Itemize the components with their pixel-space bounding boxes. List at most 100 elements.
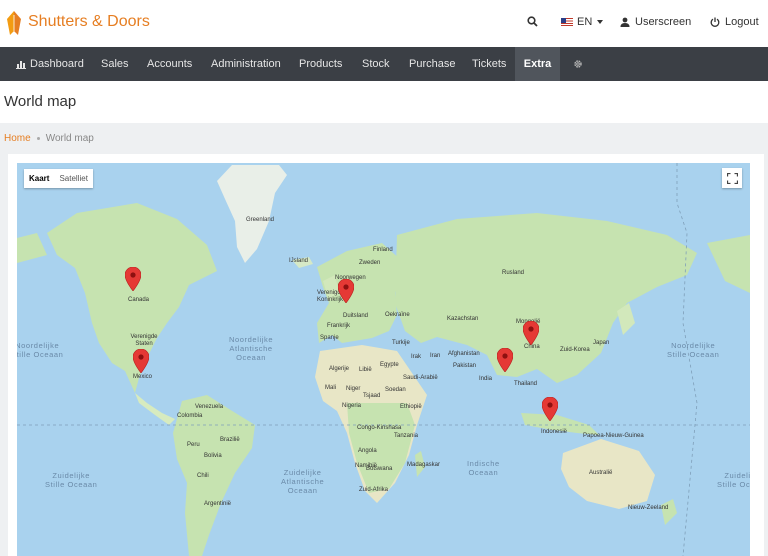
fullscreen-icon xyxy=(726,172,738,184)
land-south-america xyxy=(173,395,255,556)
label-papua: Papoea-Nieuw-Guinea xyxy=(583,433,644,439)
map-type-control: Kaart Satelliet xyxy=(24,169,93,188)
map-marker-myanmar[interactable] xyxy=(497,348,513,372)
nav-extra[interactable]: Extra xyxy=(515,47,560,81)
nav-settings[interactable] xyxy=(573,47,583,81)
map-type-map-button[interactable]: Kaart xyxy=(24,169,54,188)
nav-sales[interactable]: Sales xyxy=(101,47,129,81)
nav-dashboard-label: Dashboard xyxy=(30,58,84,70)
label-new-zealand: Nieuw-Zeeland xyxy=(628,505,669,511)
label-indonesia: Indonesië xyxy=(541,429,568,435)
label-libya: Libië xyxy=(359,367,372,373)
ocean-n-pacific-left: Noordelijke Stille Oceaan xyxy=(17,341,64,359)
land-greenland xyxy=(217,165,287,263)
map-type-satellite-button[interactable]: Satelliet xyxy=(54,169,92,188)
label-nigeria: Nigeria xyxy=(342,403,362,409)
page-header: World map xyxy=(0,81,768,123)
map-canvas xyxy=(17,163,750,556)
ocean-indian: Indische Oceaan xyxy=(467,459,500,477)
label-madagascar: Madagaskar xyxy=(407,462,441,468)
label-canada: Canada xyxy=(128,297,150,303)
nav-products[interactable]: Products xyxy=(299,47,342,81)
label-iran: Iran xyxy=(430,353,441,359)
ocean-s-pacific-left: Zuidelijke Stille Oceaan xyxy=(45,471,98,489)
label-tanzania: Tanzania xyxy=(394,433,419,439)
nav-purchase[interactable]: Purchase xyxy=(409,47,455,81)
label-botswana: Botswana xyxy=(366,466,393,472)
label-afghanistan: Afghanistan xyxy=(448,351,480,357)
label-iceland: IJsland xyxy=(289,258,309,264)
label-mali: Mali xyxy=(325,385,337,391)
search-icon xyxy=(527,16,538,27)
search-button[interactable] xyxy=(527,16,538,27)
label-usa: Verenigde Staten xyxy=(130,334,158,347)
world-map[interactable]: Greenland IJsland Finland Zweden Noorweg… xyxy=(17,163,750,556)
map-marker-indonesia[interactable] xyxy=(542,397,558,421)
land-new-zealand xyxy=(661,499,677,525)
breadcrumb-home[interactable]: Home xyxy=(4,133,31,144)
label-japan: Japan xyxy=(593,340,610,346)
label-finland: Finland xyxy=(373,247,393,253)
main-navbar: Dashboard Sales Accounts Administration … xyxy=(0,47,768,81)
land-central-america xyxy=(135,393,175,425)
map-marker-mexico[interactable] xyxy=(133,349,149,373)
label-chile: Chili xyxy=(197,473,209,479)
map-marker-netherlands[interactable] xyxy=(338,279,354,303)
fullscreen-button[interactable] xyxy=(722,168,742,188)
label-pakistan: Pakistan xyxy=(453,363,477,369)
power-icon xyxy=(710,17,720,27)
userscreen-label: Userscreen xyxy=(635,16,692,28)
date-line xyxy=(676,163,698,556)
label-congo: Congo-Kinshasa xyxy=(357,425,402,431)
language-label: EN xyxy=(577,16,593,28)
label-argentina: Argentinië xyxy=(204,501,232,507)
land-west-edge xyxy=(17,233,47,263)
nav-accounts[interactable]: Accounts xyxy=(147,47,192,81)
map-marker-canada[interactable] xyxy=(125,267,141,291)
nav-administration[interactable]: Administration xyxy=(211,47,281,81)
brand-name[interactable]: Shutters & Doors xyxy=(28,13,150,31)
breadcrumb-current: World map xyxy=(45,133,94,144)
label-brazil: Brazilië xyxy=(220,437,240,443)
bar-chart-icon xyxy=(16,60,26,69)
label-spain: Spanje xyxy=(320,335,339,341)
label-bolivia: Bolivia xyxy=(204,453,222,459)
nav-stock[interactable]: Stock xyxy=(362,47,390,81)
label-kazakhstan: Kazachstan xyxy=(447,316,479,322)
label-mexico: Mexico xyxy=(133,374,153,380)
label-colombia: Colombia xyxy=(177,413,203,419)
user-icon xyxy=(620,17,630,27)
userscreen-button[interactable]: Userscreen xyxy=(620,16,691,28)
ocean-n-pacific-right: Noordelijke Stille Oceaan xyxy=(667,341,720,359)
label-sweden: Zweden xyxy=(359,260,381,266)
brand-logo-icon[interactable] xyxy=(4,9,24,37)
us-flag-icon xyxy=(561,18,573,26)
label-india: India xyxy=(479,376,493,382)
ocean-s-pacific-right: Zuidelijke Stille Oceaan xyxy=(717,471,750,489)
label-angola: Angola xyxy=(358,448,377,454)
map-marker-china[interactable] xyxy=(523,321,539,345)
label-venezuela: Venezuela xyxy=(195,404,224,410)
page-title: World map xyxy=(4,93,77,110)
label-chad: Tsjaad xyxy=(363,393,381,399)
language-dropdown[interactable]: EN xyxy=(561,16,604,28)
ocean-n-atlantic: Noordelijke Atlantische Oceaan xyxy=(229,335,274,362)
chevron-down-icon xyxy=(597,20,604,24)
label-germany: Duitsland xyxy=(343,313,369,319)
label-saudi-arabia: Saudi-Arabië xyxy=(403,375,438,381)
logout-button[interactable]: Logout xyxy=(710,16,759,28)
label-south-korea: Zuid-Korea xyxy=(560,347,590,353)
label-turkey: Turkije xyxy=(392,340,410,346)
label-algeria: Algerije xyxy=(329,366,350,372)
breadcrumb: Home World map xyxy=(4,133,94,144)
label-australia: Australië xyxy=(589,470,613,476)
label-russia: Rusland xyxy=(502,270,525,276)
logout-label: Logout xyxy=(725,16,759,28)
label-iraq: Irak xyxy=(411,354,422,360)
gear-icon xyxy=(574,60,582,68)
label-peru: Peru xyxy=(187,442,200,448)
nav-tickets[interactable]: Tickets xyxy=(472,47,506,81)
nav-dashboard[interactable]: Dashboard xyxy=(16,47,84,81)
label-ethiopia: Ethiopië xyxy=(400,404,422,410)
label-south-africa: Zuid-Afrika xyxy=(359,487,389,493)
